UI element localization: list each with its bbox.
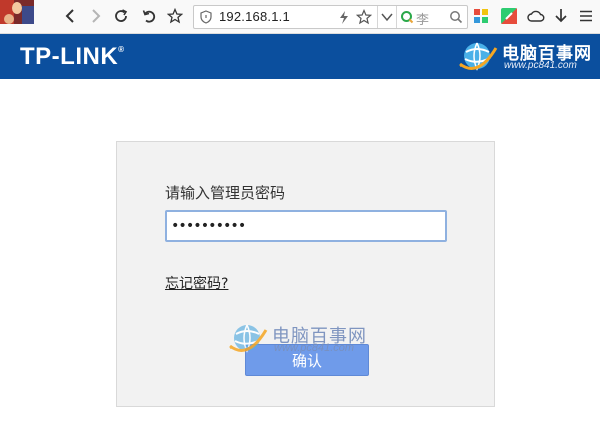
menu-icon	[580, 10, 592, 22]
extension-icon[interactable]	[500, 7, 518, 25]
reload-button[interactable]	[111, 6, 131, 26]
password-field[interactable]	[165, 210, 447, 242]
cloud-icon	[527, 10, 545, 22]
download-icon	[555, 9, 567, 23]
globe-logo-icon	[459, 42, 498, 71]
divider	[377, 6, 378, 28]
address-bar[interactable]: 192.168.1.1 李	[193, 5, 468, 29]
chevron-down-icon[interactable]	[380, 11, 394, 23]
site-watermark: 电脑百事网 www.pc841.com	[458, 36, 598, 76]
chevron-right-icon	[92, 9, 101, 23]
tplink-logo: TP-LINK®	[20, 43, 125, 70]
magnifier-icon[interactable]	[449, 10, 463, 24]
browser-toolbar: 192.168.1.1 李	[0, 0, 600, 34]
bookmarks-button[interactable]	[165, 6, 185, 26]
undo-button[interactable]	[139, 6, 159, 26]
password-prompt: 请输入管理员密码	[165, 184, 286, 202]
search-engine-icon[interactable]	[400, 10, 414, 24]
chevron-left-icon	[65, 9, 74, 23]
lightning-icon[interactable]	[338, 11, 350, 24]
header-banner: TP-LINK® 电脑百事网 www.pc841.com	[0, 34, 600, 79]
url-text[interactable]: 192.168.1.1	[219, 9, 290, 24]
download-button[interactable]	[551, 6, 571, 26]
login-panel: 请输入管理员密码 忘记密码? 确认	[116, 141, 495, 407]
user-avatar[interactable]	[0, 0, 34, 24]
star-icon[interactable]	[356, 9, 372, 25]
reload-icon	[115, 9, 128, 22]
undo-icon	[142, 10, 156, 23]
back-button[interactable]	[61, 6, 81, 26]
star-icon	[167, 8, 183, 24]
confirm-button[interactable]: 确认	[245, 344, 369, 376]
menu-button[interactable]	[576, 6, 596, 26]
shield-icon	[200, 10, 212, 24]
search-input[interactable]: 李	[416, 9, 429, 28]
apps-grid-icon[interactable]	[474, 9, 488, 23]
divider	[396, 6, 397, 28]
cloud-button[interactable]	[526, 6, 546, 26]
forgot-password-link[interactable]: 忘记密码?	[165, 273, 228, 293]
watermark-url: www.pc841.com	[504, 60, 577, 71]
forward-button[interactable]	[85, 6, 105, 26]
